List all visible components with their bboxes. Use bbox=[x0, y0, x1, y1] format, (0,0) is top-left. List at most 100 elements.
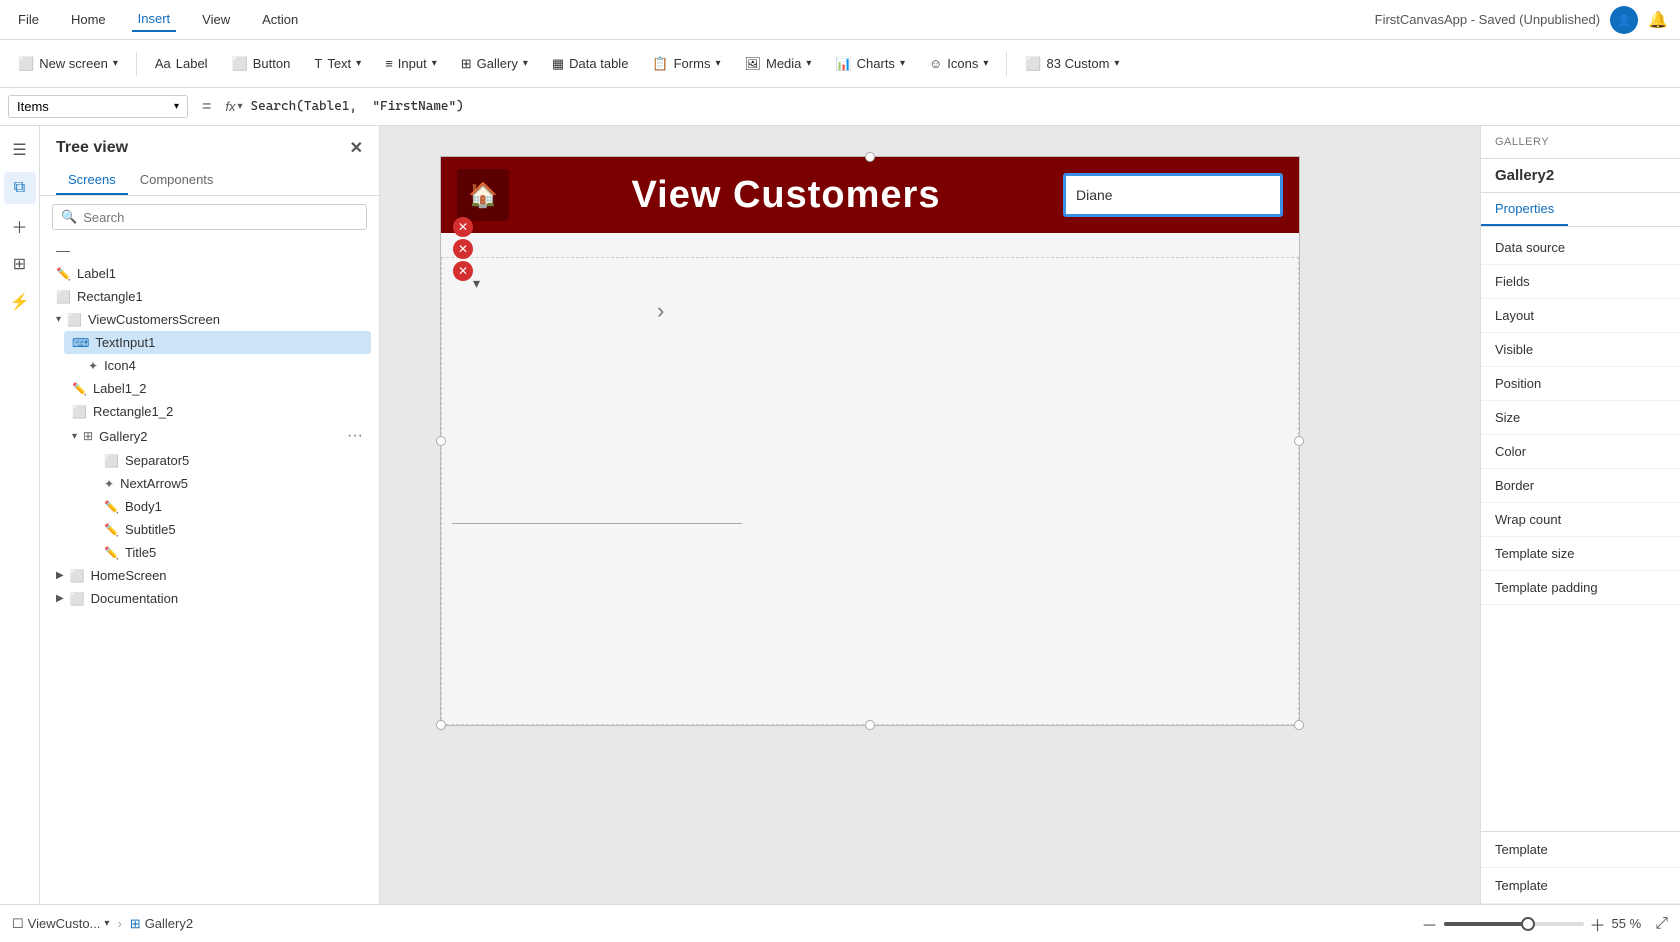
tree-item-rectangle1-2[interactable]: ⬜ Rectangle1_2 bbox=[64, 400, 371, 423]
tree-item-viewcustomersscreen[interactable]: ▾ ⬜ ViewCustomersScreen bbox=[48, 308, 371, 331]
prop-template-size[interactable]: Template size bbox=[1481, 537, 1680, 571]
items-dropdown[interactable]: Items ▾ bbox=[8, 95, 188, 118]
icon-sidebar: ☰ ⧉ ＋ ⊞ ⚡ bbox=[0, 126, 40, 904]
template-item-2[interactable]: Template bbox=[1481, 868, 1680, 904]
text-button[interactable]: T Text ▾ bbox=[304, 51, 371, 76]
icon4-icon: ✦ bbox=[88, 359, 98, 373]
zoom-slider[interactable] bbox=[1444, 922, 1584, 926]
tab-properties[interactable]: Properties bbox=[1481, 193, 1568, 226]
tab-screens[interactable]: Screens bbox=[56, 166, 128, 195]
tree-item-label1[interactable]: ✏️ Label1 bbox=[48, 262, 371, 285]
zoom-out-button[interactable]: － bbox=[1422, 912, 1438, 936]
handle-left-center[interactable] bbox=[436, 436, 446, 446]
tree-item-rectangle1[interactable]: ⬜ Rectangle1 bbox=[48, 285, 371, 308]
title5-text: Title5 bbox=[125, 545, 156, 560]
label-button[interactable]: Aa Label bbox=[145, 51, 218, 76]
prop-size[interactable]: Size bbox=[1481, 401, 1680, 435]
rectangle1-2-text: Rectangle1_2 bbox=[93, 404, 173, 419]
new-screen-button[interactable]: ⬜ New screen ▾ bbox=[8, 51, 128, 77]
documentation-icon: ⬜ bbox=[70, 592, 85, 606]
template-item-1[interactable]: Template bbox=[1481, 832, 1680, 868]
menu-insert[interactable]: Insert bbox=[132, 7, 177, 32]
label1-2-icon: ✏️ bbox=[72, 382, 87, 396]
prop-data-source[interactable]: Data source bbox=[1481, 231, 1680, 265]
handle-bottom-right[interactable] bbox=[1294, 720, 1304, 730]
tree-item-documentation[interactable]: ▶ ⬜ Documentation bbox=[48, 587, 371, 610]
delete-button-2[interactable]: ✕ bbox=[453, 239, 473, 259]
subtitle5-icon: ✏️ bbox=[104, 523, 119, 537]
tab-components[interactable]: Components bbox=[128, 166, 226, 195]
handle-right-center[interactable] bbox=[1294, 436, 1304, 446]
handle-top-center[interactable] bbox=[865, 152, 875, 162]
sidebar-apps-button[interactable]: ⊞ bbox=[4, 248, 36, 280]
icons-button[interactable]: ☺ Icons ▾ bbox=[919, 51, 998, 76]
prop-position[interactable]: Position bbox=[1481, 367, 1680, 401]
tree-item-homescreen[interactable]: ▶ ⬜ HomeScreen bbox=[48, 564, 371, 587]
tree-item-title5[interactable]: ✏️ Title5 bbox=[96, 541, 371, 564]
gallery-selector-icon: ⊞ bbox=[130, 916, 141, 932]
formula-input[interactable] bbox=[251, 99, 1673, 114]
screen-selector[interactable]: ☐ ViewCusto... ▾ bbox=[12, 916, 109, 932]
tree-expand-icon: — bbox=[56, 242, 70, 258]
tree-item-icon4[interactable]: ✦ Icon4 bbox=[80, 354, 371, 377]
handle-bottom-left[interactable] bbox=[436, 720, 446, 730]
gallery2-chevron-icon: ▾ bbox=[72, 431, 77, 442]
sidebar-bolt-button[interactable]: ⚡ bbox=[4, 286, 36, 318]
data-table-icon: ▦ bbox=[552, 56, 564, 72]
body1-text: Body1 bbox=[125, 499, 162, 514]
zoom-in-button[interactable]: ＋ bbox=[1590, 912, 1606, 936]
charts-button[interactable]: 📊 Charts ▾ bbox=[825, 51, 915, 77]
toolbar-divider-1 bbox=[136, 52, 137, 76]
icons-icon: ☺ bbox=[929, 56, 942, 71]
menu-file[interactable]: File bbox=[12, 8, 45, 31]
data-table-button[interactable]: ▦ Data table bbox=[542, 51, 639, 77]
text-input-1[interactable]: Diane bbox=[1063, 173, 1283, 217]
prop-layout[interactable]: Layout bbox=[1481, 299, 1680, 333]
tree-item-textinput1[interactable]: ⌨ TextInput1 bbox=[64, 331, 371, 354]
prop-border[interactable]: Border bbox=[1481, 469, 1680, 503]
gallery-selector[interactable]: ⊞ Gallery2 bbox=[130, 916, 193, 932]
sidebar-layers-button[interactable]: ⧉ bbox=[4, 172, 36, 204]
fx-label[interactable]: fx ▾ bbox=[225, 99, 242, 114]
search-input[interactable] bbox=[83, 210, 358, 225]
handle-bottom-center[interactable] bbox=[865, 720, 875, 730]
delete-button-3[interactable]: ✕ bbox=[453, 261, 473, 281]
tree-item-subtitle5[interactable]: ✏️ Subtitle5 bbox=[96, 518, 371, 541]
right-panel-tabs: Properties bbox=[1481, 193, 1680, 227]
zoom-slider-thumb[interactable] bbox=[1521, 917, 1535, 931]
menu-view[interactable]: View bbox=[196, 8, 236, 31]
prop-template-padding[interactable]: Template padding bbox=[1481, 571, 1680, 605]
media-icon: 🖼 bbox=[744, 56, 761, 72]
prop-fields[interactable]: Fields bbox=[1481, 265, 1680, 299]
bell-icon[interactable]: 🔔 bbox=[1648, 10, 1668, 30]
sidebar-plus-button[interactable]: ＋ bbox=[4, 210, 36, 242]
prop-color[interactable]: Color bbox=[1481, 435, 1680, 469]
menu-home[interactable]: Home bbox=[65, 8, 112, 31]
tree-expand-row[interactable]: — bbox=[48, 238, 371, 262]
expand-button[interactable]: ⤢ bbox=[1655, 915, 1668, 933]
label1-icon: ✏️ bbox=[56, 267, 71, 281]
custom-button[interactable]: ⬜ 83 Custom ▾ bbox=[1015, 51, 1129, 77]
sidebar-toggle-button[interactable]: ☰ bbox=[4, 134, 36, 166]
user-avatar[interactable]: 👤 bbox=[1610, 6, 1638, 34]
delete-button-1[interactable]: ✕ bbox=[453, 217, 473, 237]
tree-item-separator5[interactable]: ⬜ Separator5 bbox=[96, 449, 371, 472]
forms-button[interactable]: 📋 Forms ▾ bbox=[642, 51, 730, 77]
home-button[interactable]: 🏠 bbox=[457, 169, 509, 221]
tree-item-nextarrow5[interactable]: ✦ NextArrow5 bbox=[96, 472, 371, 495]
tree-close-icon[interactable]: ✕ bbox=[350, 138, 363, 158]
gallery-chevron-icon: ▾ bbox=[523, 58, 528, 69]
gallery2-menu-icon[interactable]: ··· bbox=[347, 427, 363, 445]
input-button[interactable]: ≡ Input ▾ bbox=[375, 51, 447, 76]
media-button[interactable]: 🖼 Media ▾ bbox=[734, 51, 821, 77]
prop-wrap-count[interactable]: Wrap count bbox=[1481, 503, 1680, 537]
button-button[interactable]: ⬜ Button bbox=[222, 51, 301, 77]
tree-item-gallery2[interactable]: ▾ ⊞ Gallery2 ··· bbox=[64, 423, 371, 449]
menu-action[interactable]: Action bbox=[256, 8, 304, 31]
right-panel-gallery-label: GALLERY bbox=[1481, 126, 1680, 159]
prop-visible[interactable]: Visible bbox=[1481, 333, 1680, 367]
gallery-button[interactable]: ⊞ Gallery ▾ bbox=[451, 51, 538, 77]
gallery-icon: ⊞ bbox=[461, 56, 472, 72]
tree-item-body1[interactable]: ✏️ Body1 bbox=[96, 495, 371, 518]
tree-item-label1-2[interactable]: ✏️ Label1_2 bbox=[64, 377, 371, 400]
